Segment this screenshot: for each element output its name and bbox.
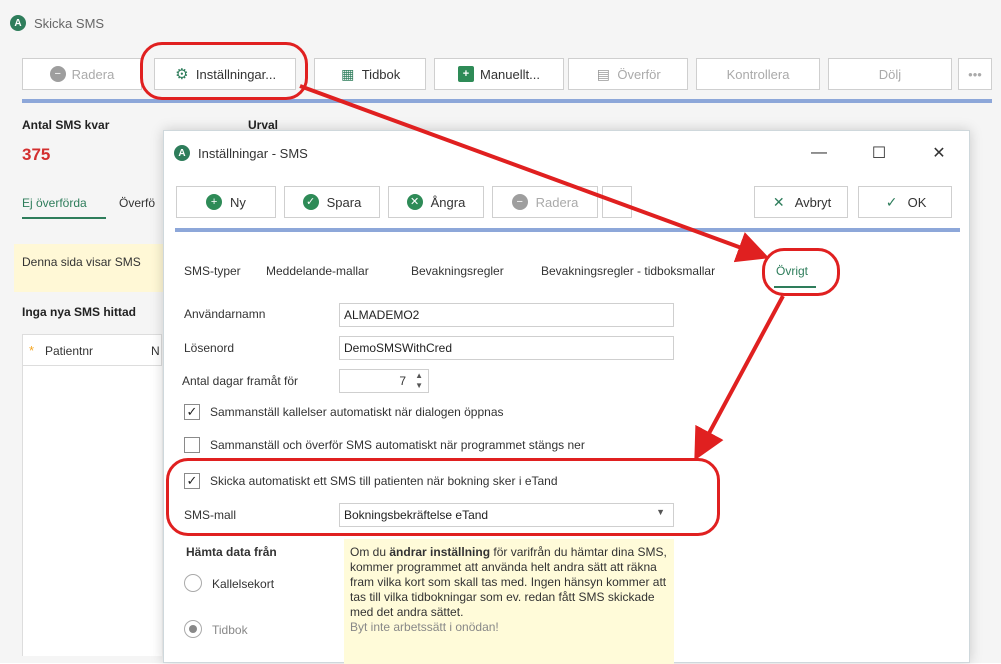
kallelsekort-label: Kallelsekort — [212, 577, 275, 591]
sms-count-label: Antal SMS kvar — [22, 118, 110, 132]
app-icon: A — [174, 145, 190, 161]
dialog-title: Inställningar - SMS — [198, 145, 308, 161]
annotation-oval-installningar — [140, 42, 308, 100]
x-icon: ✕ — [772, 194, 785, 210]
tab-bevakningsregler[interactable]: Bevakningsregler — [411, 264, 504, 278]
avbryt-button[interactable]: ✕ Avbryt — [754, 186, 848, 218]
spinner-arrows-icon[interactable]: ▲ ▼ — [415, 371, 423, 391]
dagar-label: Antal dagar framåt för — [182, 374, 299, 388]
ok-button[interactable]: ✓ OK — [858, 186, 952, 218]
sammanstall-kallelser-checkbox[interactable]: ✓ — [184, 404, 200, 420]
dialog-toolbar-divider — [175, 228, 960, 232]
tab-meddelande-mallar[interactable]: Meddelande-mallar — [266, 264, 369, 278]
manuellt-button[interactable]: + Manuellt... — [434, 58, 564, 90]
dolj-button[interactable]: Dölj — [828, 58, 952, 90]
dialog-radera-button[interactable]: − Radera — [492, 186, 598, 218]
sammanstall-overfor-label: Sammanställ och överför SMS automatiskt … — [210, 438, 585, 452]
tab-overforda[interactable]: Överfö — [119, 196, 155, 210]
check-circle-icon: ✓ — [302, 194, 319, 210]
dialog-title-bar: A Inställningar - SMS — [174, 141, 308, 165]
close-button[interactable]: ✕ — [919, 139, 959, 167]
check-icon: ✓ — [885, 194, 898, 210]
grid-body — [22, 366, 162, 656]
hamta-data-label: Hämta data från — [186, 545, 277, 559]
sms-count-value: 375 — [22, 145, 51, 164]
more-button[interactable]: ••• — [958, 58, 992, 90]
grid-header: * Patientnr N — [22, 334, 162, 366]
active-tab-underline — [22, 217, 106, 219]
dagar-value: 7 — [399, 374, 406, 388]
kallelsekort-radio[interactable] — [184, 574, 202, 592]
spara-button[interactable]: ✓ Spara — [284, 186, 380, 218]
dialog-more-button[interactable] — [602, 186, 632, 218]
ny-button[interactable]: + Ny — [176, 186, 276, 218]
main-window-title: Skicka SMS — [34, 15, 105, 31]
no-sms-found-text: Inga nya SMS hittad — [22, 305, 137, 319]
tab-bevakningsregler-tidboksmallar[interactable]: Bevakningsregler - tidboksmallar — [541, 264, 715, 278]
minus-circle-icon: − — [511, 194, 528, 210]
tidbok-label: Tidbok — [212, 623, 248, 637]
minimize-button[interactable]: — — [799, 139, 839, 167]
note-text: Om du ändrar inställning för varifrån du… — [350, 545, 667, 634]
losenord-label: Lösenord — [184, 341, 235, 355]
main-title-bar: A Skicka SMS — [10, 10, 104, 36]
app-icon: A — [10, 15, 26, 31]
sammanstall-kallelser-label: Sammanställ kallelser automatiskt när di… — [210, 405, 504, 419]
settings-dialog: A Inställningar - SMS — ☐ ✕ + Ny ✓ Spara… — [163, 130, 970, 664]
x-circle-icon: ✕ — [406, 194, 423, 210]
info-text: Denna sida visar SMS — [22, 255, 141, 269]
anvandarnamn-label: Användarnamn — [184, 307, 266, 321]
plus-square-icon: + — [458, 66, 474, 82]
column-header-n[interactable]: N — [151, 344, 160, 358]
document-icon: ▤ — [596, 66, 610, 82]
calendar-icon: ▦ — [341, 66, 355, 82]
column-header-patientnr[interactable]: Patientnr — [45, 344, 93, 358]
tidbok-radio[interactable] — [184, 620, 202, 638]
tab-ej-overforda[interactable]: Ej överförda — [22, 196, 87, 210]
annotation-oval-skicka — [166, 458, 720, 536]
kontrollera-button[interactable]: Kontrollera — [696, 58, 820, 90]
sammanstall-overfor-checkbox[interactable] — [184, 437, 200, 453]
angra-button[interactable]: ✕ Ångra — [388, 186, 484, 218]
maximize-button[interactable]: ☐ — [859, 139, 899, 167]
losenord-input[interactable]: DemoSMSWithCred — [339, 336, 674, 360]
anvandarnamn-input[interactable]: ALMADEMO2 — [339, 303, 674, 327]
plus-circle-icon: + — [206, 194, 223, 210]
tidbok-button[interactable]: ▦ Tidbok — [314, 58, 426, 90]
annotation-oval-ovrigt — [762, 248, 840, 296]
overfor-button[interactable]: ▤ Överför — [568, 58, 688, 90]
tab-sms-typer[interactable]: SMS-typer — [184, 264, 241, 278]
new-row-marker-icon: * — [29, 343, 35, 358]
radera-button[interactable]: − Radera — [22, 58, 142, 90]
dagar-stepper[interactable]: 7 ▲ ▼ — [339, 369, 429, 393]
minus-circle-icon: − — [49, 66, 66, 82]
